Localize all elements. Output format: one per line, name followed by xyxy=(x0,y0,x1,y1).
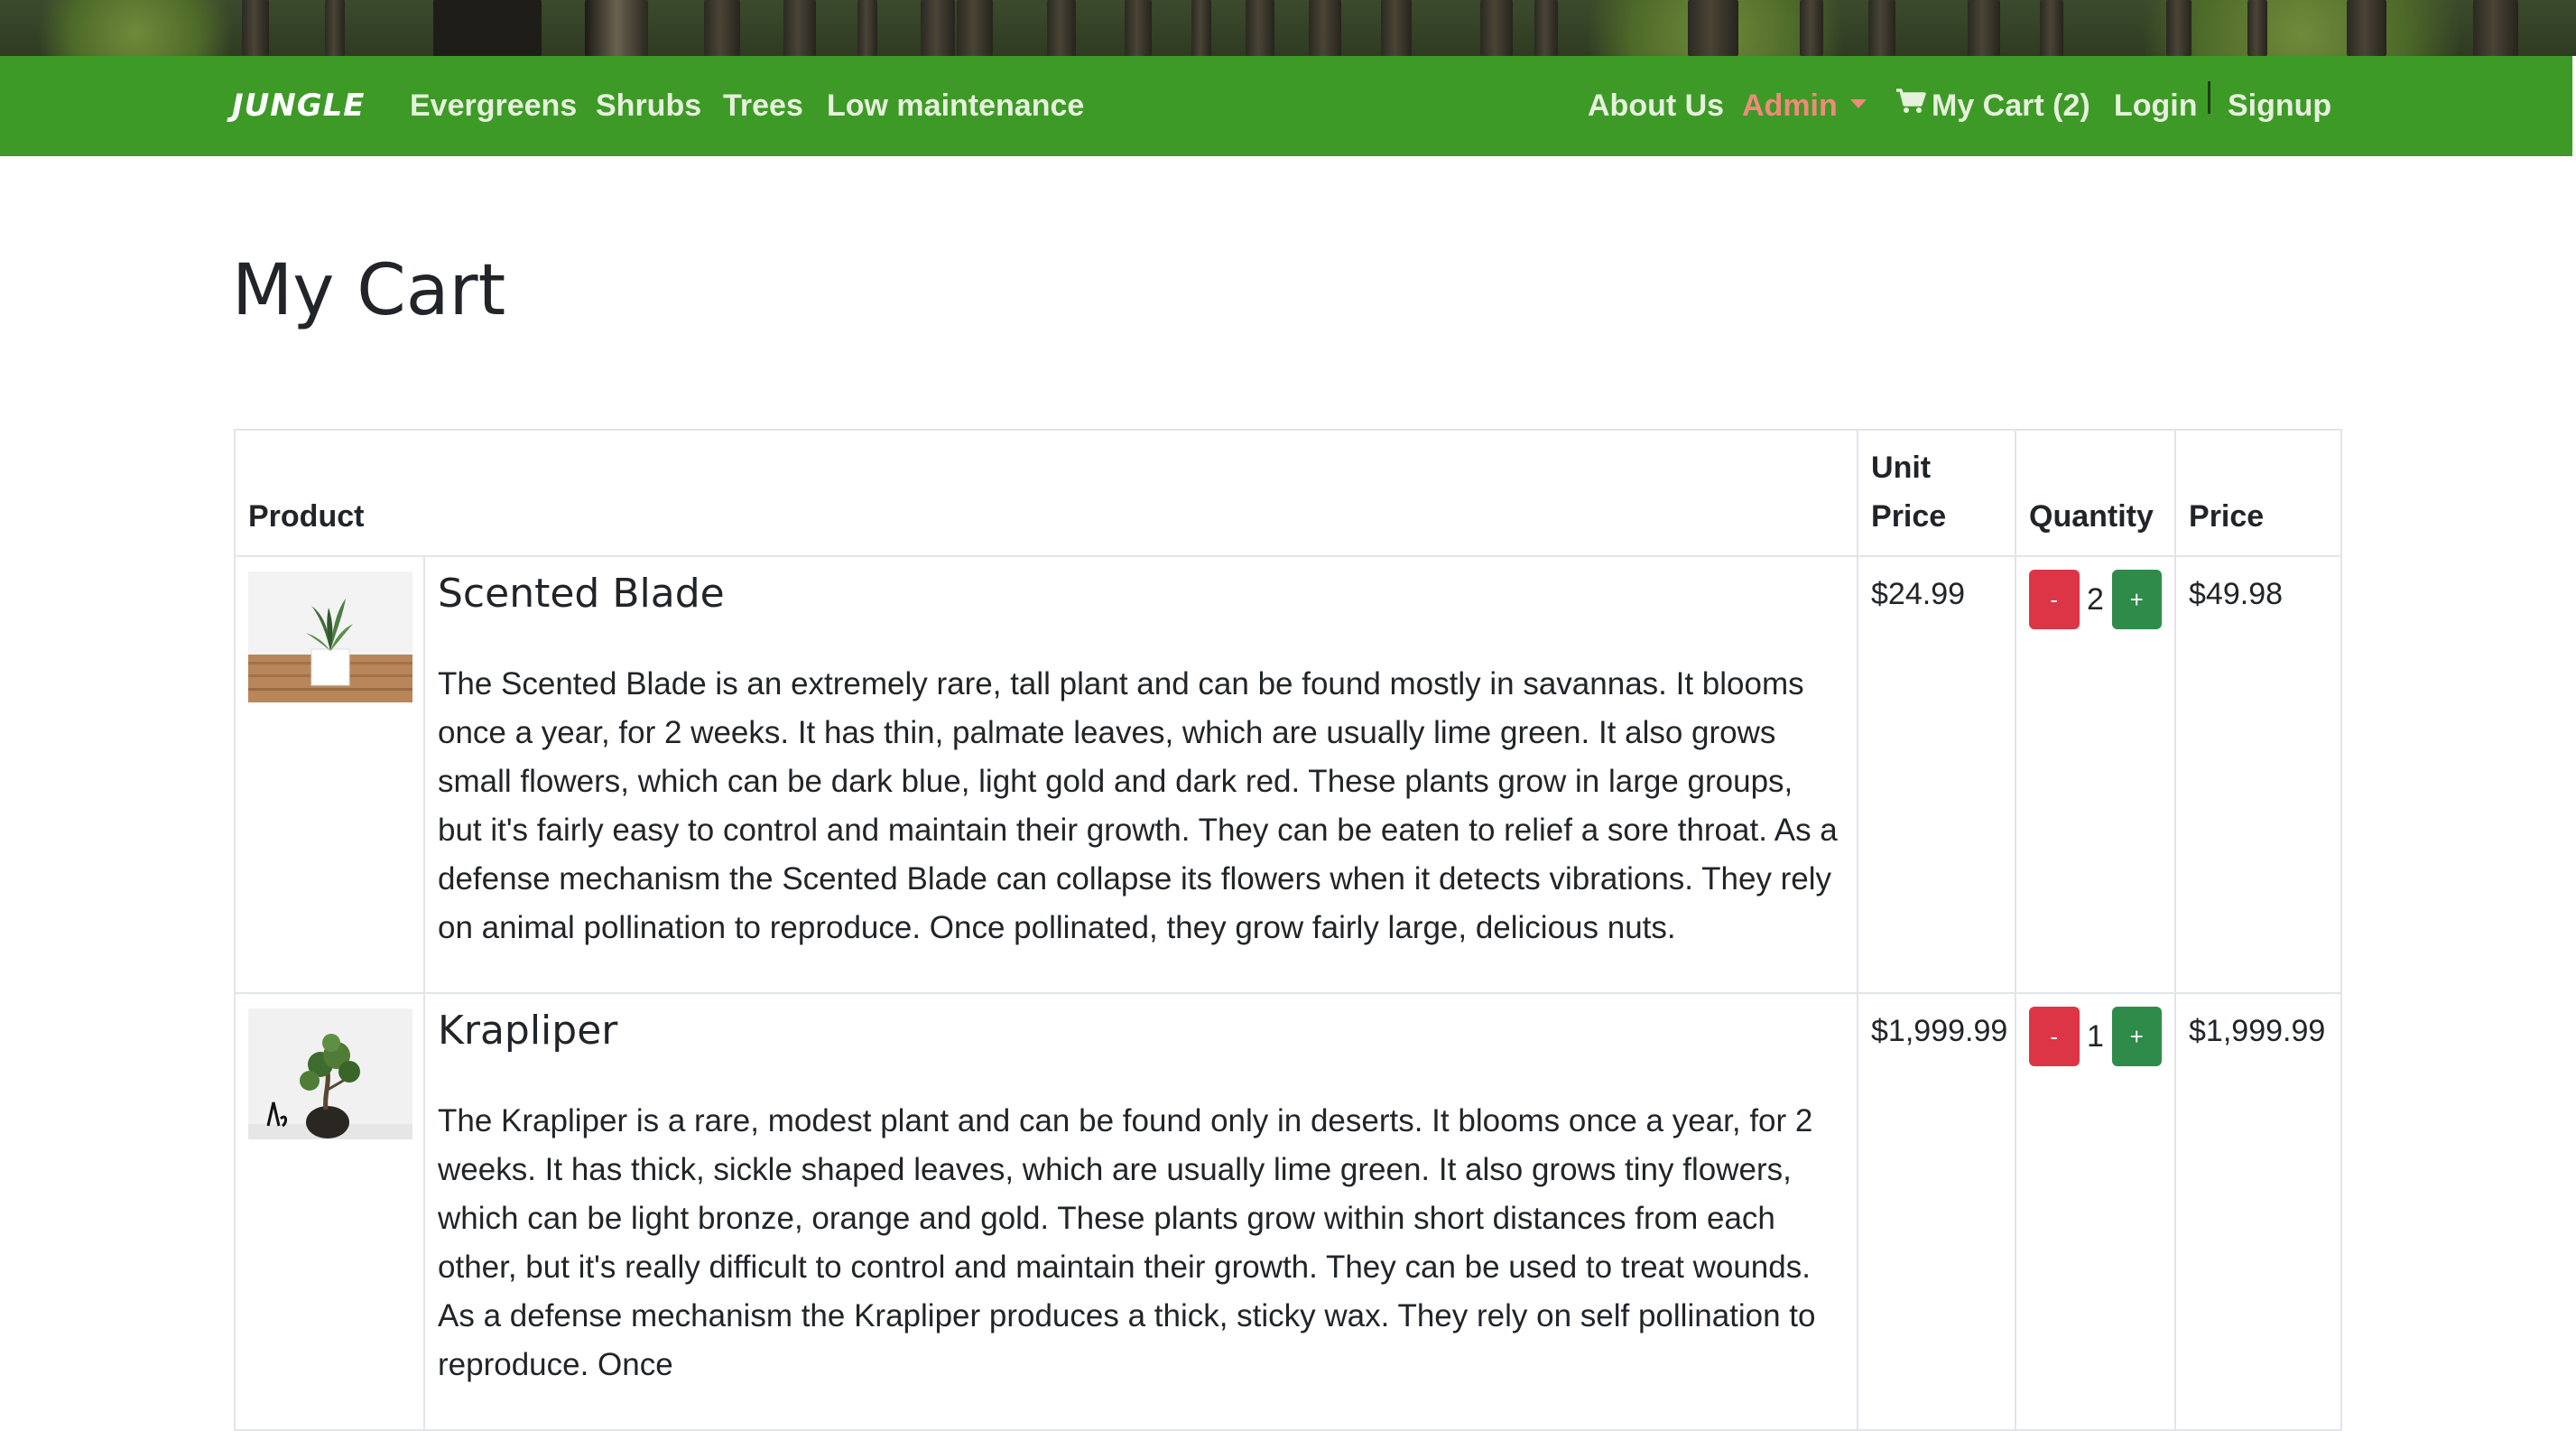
brand-logo[interactable]: JUNGLE xyxy=(232,83,366,128)
price-cell: $49.98 xyxy=(2174,555,2343,994)
page-title: My Cart xyxy=(232,250,506,331)
product-info-cell: Krapliper The Krapliper is a rare, modes… xyxy=(422,992,1859,1431)
product-image[interactable] xyxy=(248,571,412,702)
product-name[interactable]: Scented Blade xyxy=(438,570,1844,618)
quantity-cell: - 1 + xyxy=(2015,992,2177,1431)
quantity-value: 1 xyxy=(2087,1019,2104,1054)
nav-link-trees[interactable]: Trees xyxy=(723,83,803,128)
product-thumbnail-cell xyxy=(234,992,425,1431)
nav-link-evergreens[interactable]: Evergreens xyxy=(410,83,577,128)
table-header-row: Product Unit Price Quantity Price xyxy=(233,429,2343,557)
increase-quantity-button[interactable]: + xyxy=(2111,1007,2163,1066)
table-row: Krapliper The Krapliper is a rare, modes… xyxy=(234,992,2343,1431)
table-row: Scented Blade The Scented Blade is an ex… xyxy=(234,555,2343,994)
admin-dropdown[interactable]: Admin xyxy=(1742,83,1867,128)
cart-table: Product Unit Price Quantity Price Scente… xyxy=(233,429,2343,1431)
product-description: The Krapliper is a rare, modest plant an… xyxy=(438,1103,1816,1382)
nav-link-low-maintenance[interactable]: Low maintenance xyxy=(827,83,1084,128)
decrease-quantity-button[interactable]: - xyxy=(2029,1007,2080,1066)
product-thumbnail-cell xyxy=(234,555,425,994)
nav-link-about-us[interactable]: About Us xyxy=(1588,83,1724,128)
increase-quantity-button[interactable]: + xyxy=(2111,570,2163,629)
chevron-down-icon xyxy=(1849,99,1867,109)
admin-dropdown-label: Admin xyxy=(1742,88,1838,123)
unit-price-cell: $24.99 xyxy=(1857,555,2017,994)
quantity-value: 2 xyxy=(2087,582,2104,617)
unit-price-header-line1: Unit xyxy=(1871,451,1932,485)
product-description: The Scented Blade is an extremely rare, … xyxy=(438,666,1838,945)
unit-price-cell: $1,999.99 xyxy=(1857,992,2017,1431)
unit-price-header-line2: Price xyxy=(1871,499,1947,534)
nav-divider xyxy=(2208,81,2210,114)
header-banner-image xyxy=(0,0,2576,56)
navbar: JUNGLE Evergreens Shrubs Trees Low maint… xyxy=(0,56,2572,156)
quantity-stepper: - 2 + xyxy=(2029,570,2163,629)
nav-link-signup[interactable]: Signup xyxy=(2228,83,2331,128)
nav-link-shrubs[interactable]: Shrubs xyxy=(596,83,701,128)
quantity-cell: - 2 + xyxy=(2015,555,2177,994)
nav-link-my-cart[interactable]: My Cart (2) xyxy=(1895,83,2090,130)
column-header-product: Product xyxy=(233,429,1859,557)
my-cart-label: My Cart (2) xyxy=(1932,88,2090,123)
product-name[interactable]: Krapliper xyxy=(438,1007,1844,1055)
nav-link-login[interactable]: Login xyxy=(2114,83,2198,128)
column-header-unit-price: Unit Price xyxy=(1857,429,2017,557)
shopping-cart-icon xyxy=(1895,82,1926,127)
column-header-price: Price xyxy=(2174,429,2343,557)
decrease-quantity-button[interactable]: - xyxy=(2029,570,2080,629)
product-image[interactable] xyxy=(248,1008,412,1139)
quantity-stepper: - 1 + xyxy=(2029,1007,2163,1066)
column-header-quantity: Quantity xyxy=(2015,429,2177,557)
price-cell: $1,999.99 xyxy=(2174,992,2343,1431)
product-info-cell: Scented Blade The Scented Blade is an ex… xyxy=(422,555,1859,994)
